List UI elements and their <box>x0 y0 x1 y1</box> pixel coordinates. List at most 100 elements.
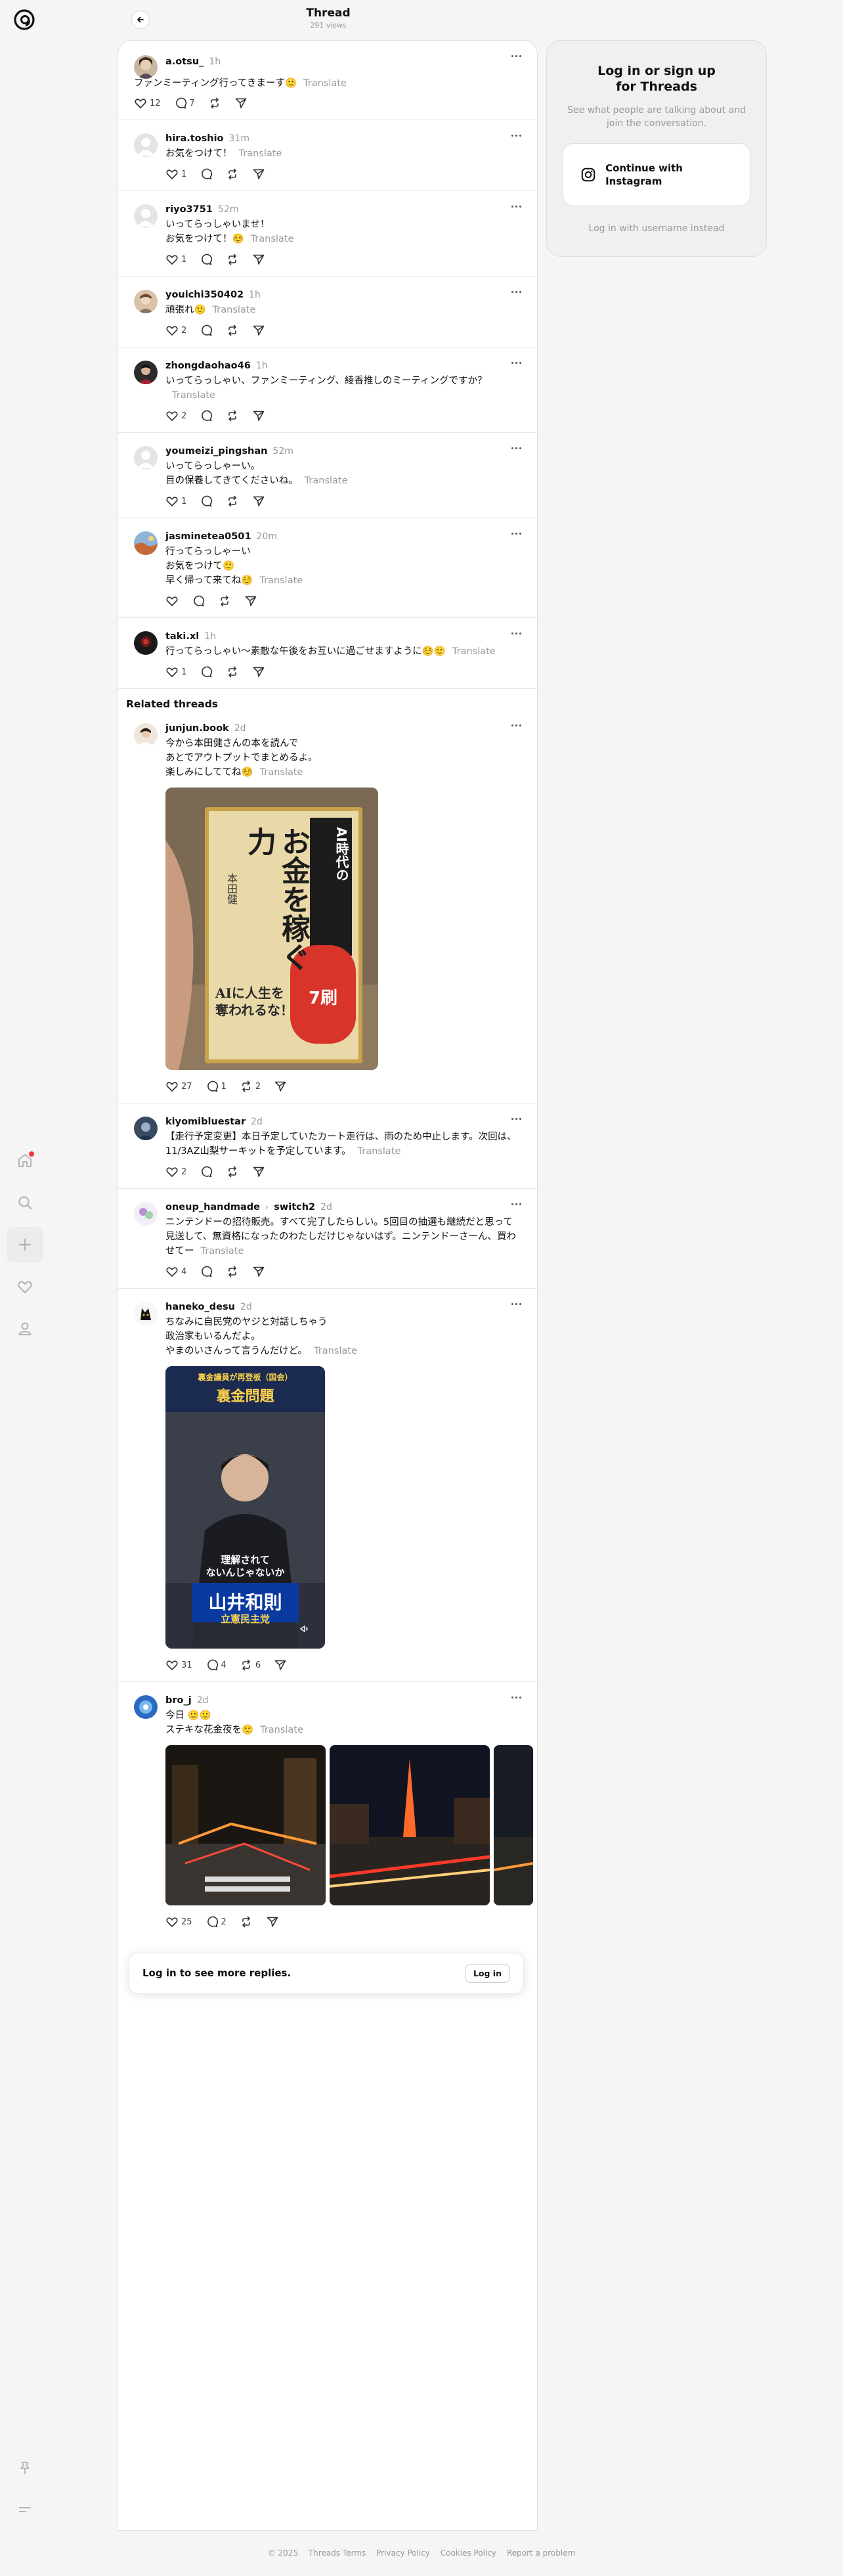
timestamp[interactable]: 2d <box>320 1202 332 1212</box>
share-button[interactable] <box>252 495 265 508</box>
repost-button[interactable] <box>218 594 231 608</box>
translate-link[interactable]: Translate <box>239 148 282 159</box>
avatar[interactable] <box>134 531 158 555</box>
login-button[interactable]: Log in <box>464 1963 510 1983</box>
carousel-image[interactable] <box>494 1745 533 1905</box>
repost-button[interactable] <box>226 409 239 422</box>
like-button[interactable]: 12 <box>134 97 161 110</box>
reply-button[interactable]: 7 <box>174 97 195 110</box>
translate-link[interactable]: Translate <box>314 1346 357 1356</box>
share-button[interactable] <box>252 409 265 422</box>
repost-button[interactable]: 6 <box>240 1658 261 1672</box>
share-button[interactable] <box>252 253 265 266</box>
reply-button[interactable] <box>200 167 213 181</box>
avatar[interactable] <box>134 1202 158 1226</box>
translate-link[interactable]: Translate <box>259 575 303 586</box>
timestamp[interactable]: 1h <box>256 361 268 371</box>
avatar[interactable] <box>134 1695 158 1719</box>
more-options-icon[interactable] <box>511 55 521 57</box>
topic-tag[interactable]: switch2 <box>274 1202 315 1212</box>
timestamp[interactable]: 1h <box>204 631 216 642</box>
avatar[interactable] <box>134 133 158 157</box>
share-button[interactable] <box>252 1265 265 1278</box>
more-options-icon[interactable] <box>511 724 521 726</box>
threads-logo-icon[interactable] <box>12 8 36 32</box>
reply-button[interactable]: 1 <box>205 1080 227 1093</box>
menu-icon[interactable] <box>7 2492 43 2527</box>
translate-link[interactable]: Translate <box>201 1246 244 1256</box>
like-button[interactable]: 1 <box>165 665 186 678</box>
plus-icon[interactable] <box>7 1227 43 1262</box>
translate-link[interactable]: Translate <box>358 1146 401 1157</box>
username[interactable]: kiyomibluestar <box>165 1117 246 1127</box>
username[interactable]: taki.xl <box>165 631 199 642</box>
avatar[interactable] <box>134 723 158 747</box>
image-carousel[interactable] <box>165 1745 537 1905</box>
repost-button[interactable] <box>226 1165 239 1178</box>
reply-button[interactable] <box>192 594 205 608</box>
translate-link[interactable]: Translate <box>303 78 347 89</box>
more-options-icon[interactable] <box>511 135 521 137</box>
translate-link[interactable]: Translate <box>260 767 303 778</box>
pin-icon[interactable] <box>7 2450 43 2485</box>
reply-button[interactable] <box>200 1265 213 1278</box>
repost-button[interactable] <box>240 1915 253 1928</box>
username[interactable]: haneko_desu <box>165 1302 235 1312</box>
avatar[interactable] <box>134 1117 158 1140</box>
timestamp[interactable]: 2d <box>234 723 246 734</box>
timestamp[interactable]: 31m <box>229 133 249 144</box>
post-video[interactable]: 裏金議員が再登板（国会） 裏金問題 理解されて ないんじゃないか 山井和則 立憲… <box>165 1366 325 1649</box>
reply-button[interactable] <box>200 324 213 337</box>
timestamp[interactable]: 1h <box>249 290 261 300</box>
reply-button[interactable] <box>200 495 213 508</box>
repost-button[interactable] <box>226 253 239 266</box>
like-button[interactable]: 25 <box>165 1915 192 1928</box>
translate-link[interactable]: Translate <box>305 476 348 486</box>
more-options-icon[interactable] <box>511 1303 521 1305</box>
repost-button[interactable] <box>226 324 239 337</box>
like-button[interactable]: 2 <box>165 409 186 422</box>
more-options-icon[interactable] <box>511 447 521 449</box>
heart-icon[interactable] <box>7 1269 43 1304</box>
reply-button[interactable] <box>200 409 213 422</box>
carousel-image[interactable] <box>330 1745 490 1905</box>
username[interactable]: a.otsu_ <box>165 56 204 67</box>
more-options-icon[interactable] <box>511 291 521 293</box>
translate-link[interactable]: Translate <box>452 646 496 657</box>
share-button[interactable] <box>252 665 265 678</box>
footer-link-cookies[interactable]: Cookies Policy <box>441 2548 496 2558</box>
avatar[interactable] <box>134 361 158 384</box>
more-options-icon[interactable] <box>511 1697 521 1699</box>
more-options-icon[interactable] <box>511 362 521 364</box>
like-button[interactable]: 2 <box>165 1165 186 1178</box>
repost-button[interactable] <box>226 167 239 181</box>
login-with-username-link[interactable]: Log in with username instead <box>547 223 766 234</box>
reply-button[interactable] <box>200 253 213 266</box>
footer-link-terms[interactable]: Threads Terms <box>309 2548 366 2558</box>
more-options-icon[interactable] <box>511 533 521 535</box>
share-button[interactable] <box>234 97 248 110</box>
repost-button[interactable] <box>226 665 239 678</box>
translate-link[interactable]: Translate <box>172 390 215 401</box>
carousel-image[interactable] <box>165 1745 326 1905</box>
avatar[interactable] <box>134 631 158 655</box>
username[interactable]: riyo3751 <box>165 204 213 215</box>
username[interactable]: youmeizi_pingshan <box>165 446 267 456</box>
post-image[interactable]: AI時代の お金を稼ぐ力 本田健 AIに人生を奪われるな！ 7刷 <box>165 788 378 1070</box>
share-button[interactable] <box>274 1658 287 1672</box>
reply-button[interactable] <box>200 1165 213 1178</box>
username[interactable]: youichi350402 <box>165 290 244 300</box>
search-icon[interactable] <box>7 1185 43 1220</box>
translate-link[interactable]: Translate <box>251 234 294 244</box>
repost-button[interactable]: 2 <box>240 1080 261 1093</box>
translate-link[interactable]: Translate <box>213 305 256 315</box>
username[interactable]: hira.toshio <box>165 133 224 144</box>
continue-with-instagram-button[interactable]: Continue with Instagram <box>563 143 750 206</box>
avatar[interactable] <box>134 446 158 470</box>
person-icon[interactable] <box>7 1311 43 1346</box>
timestamp[interactable]: 52m <box>218 204 238 215</box>
like-button[interactable]: 1 <box>165 495 186 508</box>
avatar[interactable] <box>134 55 158 79</box>
reply-button[interactable]: 4 <box>205 1658 227 1672</box>
like-button[interactable] <box>165 594 179 608</box>
